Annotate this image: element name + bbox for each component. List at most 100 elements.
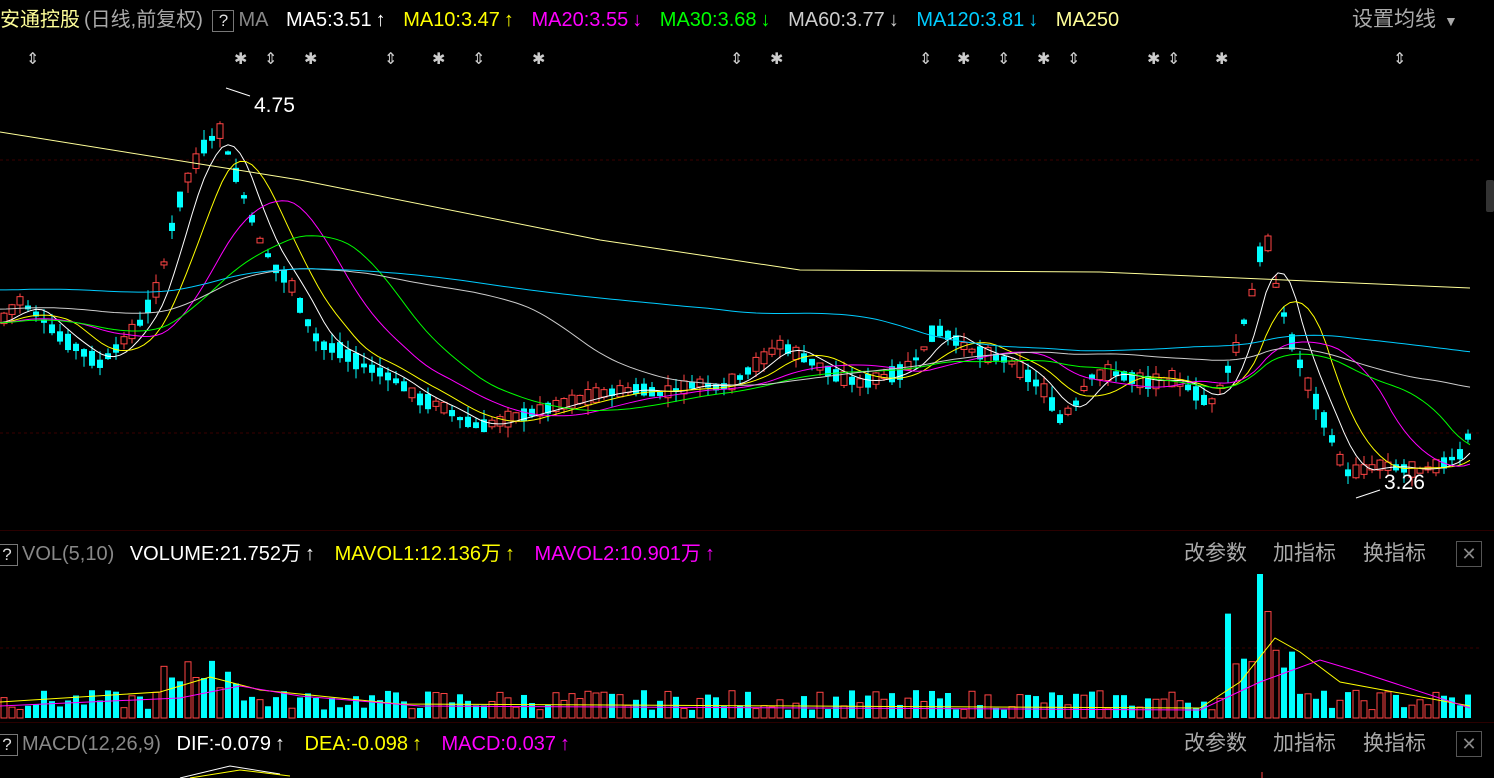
macd-title[interactable]: MACD(12,26,9) xyxy=(22,733,161,755)
candle-body xyxy=(929,325,935,342)
candle-body xyxy=(1336,453,1344,466)
volume-bar xyxy=(1264,611,1272,719)
volume-bar xyxy=(81,704,87,718)
candle-body xyxy=(408,387,416,399)
volume-bar xyxy=(1089,691,1095,718)
volume-bar xyxy=(1096,690,1104,719)
candle-body xyxy=(816,362,824,371)
volume-bar xyxy=(1001,709,1007,718)
event-marker-icon: ⇕ xyxy=(1393,51,1406,68)
volume-bar xyxy=(529,703,535,718)
candle-body xyxy=(120,336,128,345)
event-marker-icon: ⇕ xyxy=(472,51,485,68)
candle-body xyxy=(329,343,335,353)
candle-body xyxy=(1465,433,1471,440)
volume-bar xyxy=(809,709,815,718)
ma10-arrow: ↑ xyxy=(503,9,514,31)
candle-body xyxy=(288,280,296,293)
candle-body xyxy=(449,410,455,417)
macd-help-button[interactable]: ? xyxy=(0,733,18,756)
candle-body xyxy=(192,153,200,170)
candle-body xyxy=(425,394,431,410)
candle-body xyxy=(209,135,215,141)
candle-body xyxy=(1304,377,1312,391)
candle-body xyxy=(128,323,136,340)
vol-mavol1: MAVOL1:12.136万 xyxy=(334,543,501,565)
high-price-label: 4.75 xyxy=(254,94,295,117)
macd-add-indicator-button[interactable]: 加指标 xyxy=(1273,731,1336,757)
scrollbar[interactable] xyxy=(1486,180,1494,212)
candle-body xyxy=(1272,282,1280,288)
event-marker-icon: ✱ xyxy=(304,51,317,68)
candle-body xyxy=(1225,365,1231,373)
candle-body xyxy=(49,324,55,334)
volume-bar xyxy=(313,697,319,718)
candle-body xyxy=(1208,398,1216,405)
volume-bar xyxy=(641,690,647,718)
help-button[interactable]: ? xyxy=(212,9,235,32)
macd-switch-indicator-button[interactable]: 换指标 xyxy=(1363,731,1426,757)
candle-body xyxy=(529,408,535,417)
macd-params-button[interactable]: 改参数 xyxy=(1184,731,1247,757)
volume-bar xyxy=(929,690,935,718)
candle-body xyxy=(1432,459,1440,474)
volume-bar xyxy=(1336,699,1344,719)
volume-bar xyxy=(345,704,351,718)
candle-body xyxy=(1248,288,1256,297)
macd-close-icon[interactable]: ✕ xyxy=(1456,731,1482,757)
vol-add-indicator-button[interactable]: 加指标 xyxy=(1273,541,1336,567)
volume-bar xyxy=(1168,691,1176,719)
ma10-line xyxy=(0,160,1471,470)
candle-body xyxy=(657,391,663,396)
volume-bar xyxy=(849,690,855,718)
candle-body xyxy=(768,347,776,355)
candle-body xyxy=(1193,386,1199,401)
candle-body xyxy=(1185,384,1191,391)
volume-bar xyxy=(1176,700,1184,719)
vol-params-button[interactable]: 改参数 xyxy=(1184,541,1247,567)
ma-settings-button[interactable]: 设置均线 ▼ xyxy=(1350,7,1458,34)
volume-bar xyxy=(1016,694,1024,719)
volume-bar xyxy=(1080,694,1088,719)
volume-bar xyxy=(745,691,751,718)
ma30-arrow: ↓ xyxy=(760,9,771,31)
candle-body xyxy=(177,191,183,208)
volume-bar xyxy=(568,693,576,719)
volume-bar xyxy=(616,694,624,719)
volume-bar xyxy=(1272,649,1280,719)
macd-chart xyxy=(179,765,1263,778)
volume-bar xyxy=(1225,613,1231,718)
candle-body xyxy=(760,351,768,365)
volume-bar xyxy=(609,693,615,718)
volume-bar xyxy=(1393,694,1399,718)
volume-bar xyxy=(288,707,296,719)
candle-body xyxy=(1049,397,1055,411)
candle-body xyxy=(465,416,471,428)
candle-body xyxy=(1264,235,1272,252)
vol-title[interactable]: VOL(5,10) xyxy=(22,543,114,565)
volume-bar xyxy=(649,709,655,718)
candle-body xyxy=(968,348,976,353)
candle-body xyxy=(913,357,919,361)
volume-bar xyxy=(128,695,136,719)
candle-body xyxy=(809,358,815,366)
candle-body xyxy=(1352,464,1360,479)
vol-help-button[interactable]: ? xyxy=(0,543,18,566)
candle-body xyxy=(825,365,831,377)
candle-body xyxy=(1329,435,1335,443)
volume-bar xyxy=(1208,709,1216,719)
candle-body xyxy=(680,380,688,395)
volume-bar xyxy=(1297,693,1303,718)
candle-body xyxy=(216,123,224,139)
indicator-name[interactable]: MA xyxy=(238,9,268,31)
event-marker-icon: ⇕ xyxy=(1067,51,1080,68)
event-marker-icon: ✱ xyxy=(532,51,545,68)
volume-bar xyxy=(1289,651,1295,718)
candle-body xyxy=(184,172,192,183)
vol-volume: VOLUME:21.752万 xyxy=(129,543,302,565)
ma30-value: MA30:3.68 xyxy=(659,9,757,31)
vol-close-icon[interactable]: ✕ xyxy=(1456,541,1482,567)
event-marker-icon: ✱ xyxy=(432,51,445,68)
ma-settings-label: 设置均线 xyxy=(1352,8,1436,31)
vol-switch-indicator-button[interactable]: 换指标 xyxy=(1363,541,1426,567)
